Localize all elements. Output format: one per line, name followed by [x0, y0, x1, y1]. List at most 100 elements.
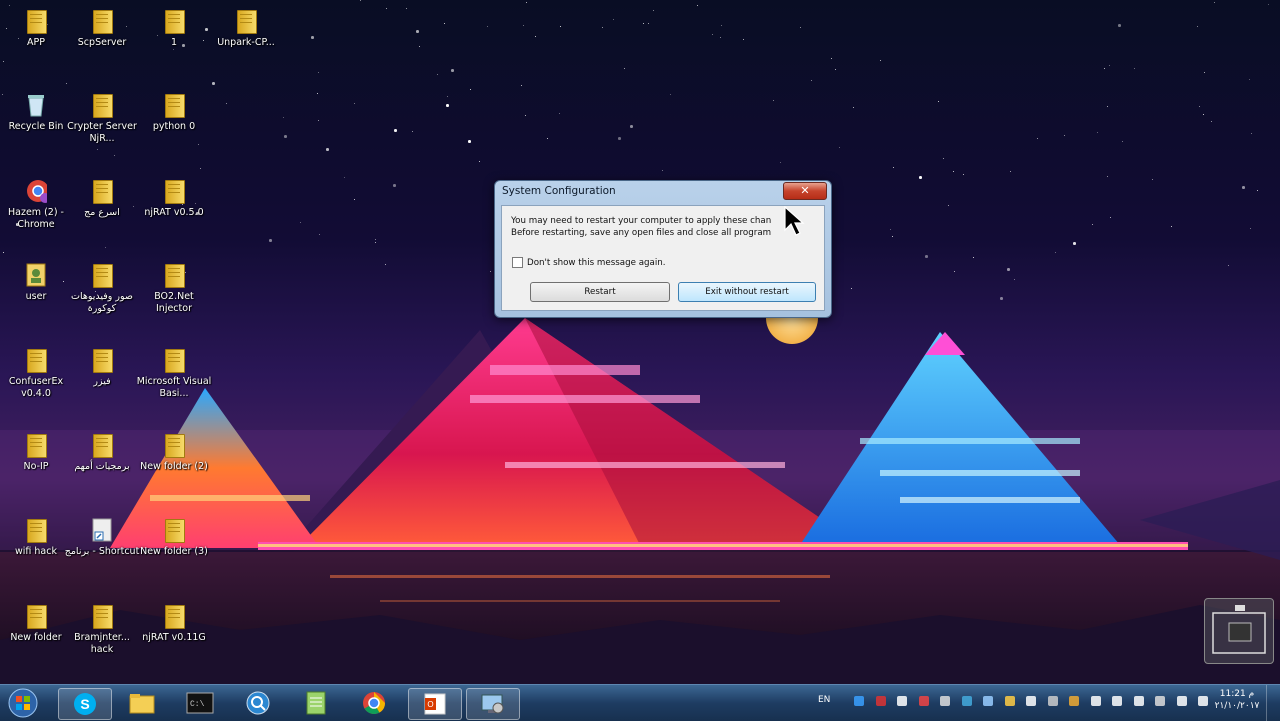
dont-show-again-checkbox[interactable]: Don't show this message again. [512, 257, 666, 268]
desktop-icon[interactable]: New folder [0, 603, 74, 644]
window-preview-icon [1212, 605, 1266, 654]
desktop-icon[interactable]: فيزر [64, 347, 140, 388]
action-center-icon[interactable] [1132, 693, 1146, 707]
taskbar-skype[interactable]: S [58, 688, 112, 720]
display-icon[interactable] [1003, 693, 1017, 707]
taskbar-search-app[interactable] [232, 688, 284, 718]
desktop-icon[interactable]: صور وفيديوهات كوكورة [64, 262, 140, 315]
speaker-icon[interactable] [1089, 693, 1103, 707]
signal-icon[interactable] [1110, 693, 1124, 707]
folder-icon [91, 347, 113, 373]
taskbar: S C:\ O EN 11:21 م ٢١/١٠/٢٠١٧ [0, 684, 1280, 721]
desktop-icon[interactable]: njRAT v0.11G [136, 603, 212, 644]
desktop-icon-label: Unpark-CP... [217, 37, 275, 48]
language-indicator[interactable]: EN [818, 695, 830, 705]
taskbar-msconfig[interactable] [466, 688, 520, 720]
folder-icon [91, 8, 113, 34]
desktop-icon[interactable]: برمجيات أمهم [64, 432, 140, 473]
user-folder-icon [26, 263, 46, 287]
desktop-icon[interactable]: New folder (3) [136, 517, 212, 558]
desktop-icon-label: New folder [10, 632, 62, 643]
power-icon[interactable] [1153, 693, 1167, 707]
recycle-bin-icon [28, 95, 44, 117]
desktop-icon-label: برمجيات أمهم [74, 461, 130, 472]
desktop-icon-label: New folder (2) [140, 461, 208, 472]
desktop-icon[interactable]: user [0, 262, 74, 303]
defender-icon[interactable] [1067, 693, 1081, 707]
chrome-icon [363, 692, 385, 714]
folder-icon [163, 517, 185, 543]
desktop-icon[interactable]: Recycle Bin [0, 92, 74, 133]
desktop-icon-label: BO2.Net Injector [154, 291, 194, 314]
system-clock[interactable]: 11:21 م ٢١/١٠/٢٠١٧ [1212, 688, 1262, 712]
network-icon[interactable] [874, 693, 888, 707]
show-desktop-button[interactable] [1266, 685, 1280, 721]
update-icon[interactable] [938, 693, 952, 707]
desktop-icon[interactable]: ConfuserEx v0.4.0 [0, 347, 74, 400]
desktop-icon-label: wifi hack [15, 546, 57, 557]
battery-icon[interactable] [895, 693, 909, 707]
usb-icon[interactable] [1046, 693, 1060, 707]
desktop-icon[interactable]: njRAT v0.5.0 [136, 178, 212, 219]
taskbar-office[interactable]: O [408, 688, 462, 720]
desktop-icon[interactable]: برنامج - Shortcut [64, 517, 140, 558]
taskbar-explorer[interactable] [116, 688, 168, 718]
shortcut-icon [92, 518, 112, 542]
file-explorer-icon [129, 694, 155, 714]
desktop-icon[interactable]: ScpServer [64, 8, 140, 49]
skype-icon: S [74, 693, 96, 715]
folder-icon [91, 92, 113, 118]
checkbox-label: Don't show this message again. [527, 257, 666, 268]
close-button[interactable]: ✕ [783, 182, 827, 200]
flag-icon[interactable] [1024, 693, 1038, 707]
desktop-icon[interactable]: wifi hack [0, 517, 74, 558]
taskbar-notepad[interactable] [290, 688, 342, 718]
desktop-icon[interactable]: Microsoft Visual Basi... [136, 347, 212, 400]
desktop-icon-label: Bramjnter... hack [74, 632, 130, 655]
desktop-icon-label: ScpServer [77, 37, 127, 48]
desktop-icon[interactable]: BO2.Net Injector [136, 262, 212, 315]
flag-icon[interactable] [1196, 693, 1210, 707]
search-app-icon [246, 691, 270, 715]
desktop-icon[interactable]: Hazem (2) - Chrome [0, 178, 74, 231]
folder-icon [91, 178, 113, 204]
checkbox-box[interactable] [512, 257, 523, 268]
wifi-icon[interactable] [1175, 693, 1189, 707]
desktop-icon[interactable]: Unpark-CP... [208, 8, 284, 49]
desktop-icon-label: njRAT v0.11G [142, 632, 206, 643]
desktop-icon-label: python 0 [152, 121, 196, 132]
desktop-icon[interactable]: Bramjnter... hack [64, 603, 140, 656]
desktop-icon[interactable]: python 0 [136, 92, 212, 133]
desktop-icon-label: ConfuserEx v0.4.0 [8, 376, 64, 399]
start-button[interactable] [3, 686, 43, 720]
desktop-icon[interactable]: اسرع مج [64, 178, 140, 219]
svg-text:S: S [80, 696, 89, 712]
desktop-icon[interactable]: Crypter Server NjR... [64, 92, 140, 145]
desktop-icon-label: user [25, 291, 47, 302]
taskbar-chrome[interactable] [348, 688, 400, 718]
floating-thumbnail-window[interactable] [1204, 598, 1274, 664]
desktop-icon[interactable]: APP [0, 8, 74, 49]
desktop-icon-label: اسرع مج [84, 207, 120, 218]
folder-icon [235, 8, 257, 34]
clock-date: ٢١/١٠/٢٠١٧ [1214, 701, 1260, 711]
folder-icon [163, 262, 185, 288]
desktop-icon[interactable]: No-IP [0, 432, 74, 473]
taskbar-cmd[interactable]: C:\ [174, 688, 226, 718]
desktop-icon[interactable]: 1 [136, 8, 212, 49]
desktop-icon[interactable]: New folder (2) [136, 432, 212, 473]
folder-icon [163, 92, 185, 118]
volume-icon[interactable] [852, 693, 866, 707]
folder-icon [25, 432, 47, 458]
folder-icon [25, 517, 47, 543]
desktop-icon-label: فيزر [93, 376, 111, 387]
folder-icon [163, 8, 185, 34]
mouse-cursor-icon [784, 206, 805, 236]
sync-icon[interactable] [981, 693, 995, 707]
restart-button[interactable]: Restart [530, 282, 670, 302]
bluetooth-icon[interactable] [960, 693, 974, 707]
system-configuration-dialog: System Configuration ✕ You may need to r… [494, 180, 832, 318]
svg-text:O: O [427, 700, 433, 709]
antivirus-icon[interactable] [917, 693, 931, 707]
exit-without-restart-button[interactable]: Exit without restart [678, 282, 816, 302]
